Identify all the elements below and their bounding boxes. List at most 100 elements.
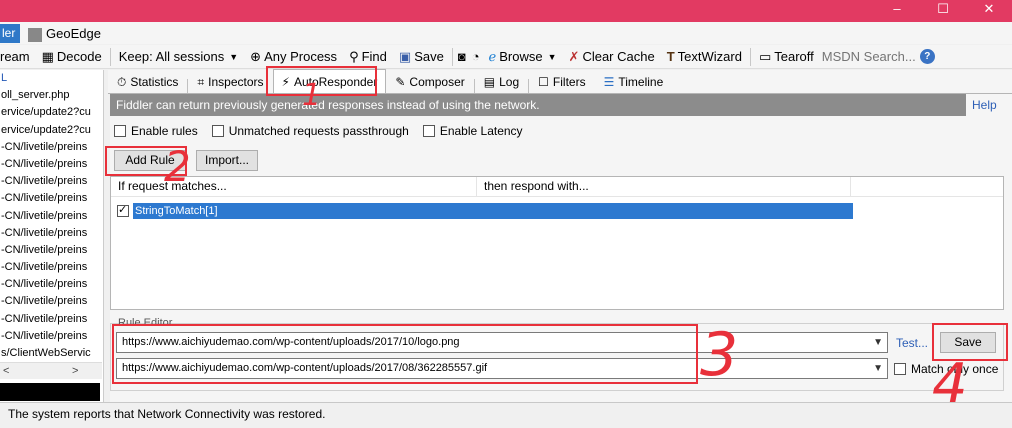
session-row[interactable]: ervice/update2?cu [0, 104, 103, 121]
any-process-button[interactable]: ⊕ Any Process [244, 46, 343, 68]
help-link[interactable]: Help [972, 98, 997, 112]
session-list[interactable]: L oll_server.php ervice/update2?cu ervic… [0, 70, 104, 402]
geoedge-icon [28, 27, 42, 42]
toolbar-divider [451, 47, 453, 66]
maximize-button[interactable]: ☐ [920, 0, 966, 20]
quickexec-box[interactable] [0, 383, 100, 401]
rules-grid[interactable]: If request matches... then respond with.… [110, 176, 1004, 310]
session-row[interactable]: -CN/livetile/preins [0, 139, 103, 156]
textwizard-button[interactable]: T TextWizard [661, 46, 748, 68]
session-horizontal-scrollbar[interactable]: < > [0, 362, 102, 379]
tab-log[interactable]: ▤ Log [475, 71, 528, 93]
checkbox-box[interactable] [894, 363, 906, 375]
geoedge-tab[interactable]: GeoEdge [28, 24, 101, 43]
session-row[interactable]: -CN/livetile/preins [0, 225, 103, 242]
session-row[interactable]: -CN/livetile/preins [0, 190, 103, 207]
checkbox-box[interactable] [114, 125, 126, 137]
toolbar-divider [749, 47, 751, 66]
session-row[interactable]: -CN/livetile/preins [0, 173, 103, 190]
session-row[interactable]: -CN/livetile/preins [0, 293, 103, 310]
fiddler-tab[interactable]: ler [0, 24, 20, 43]
rule-checkbox[interactable] [117, 203, 129, 217]
log-icon: ▤ [483, 75, 496, 89]
stopwatch-icon: ⏱ [117, 74, 127, 89]
binoculars-icon: ⚲ [349, 48, 359, 64]
session-row[interactable]: -CN/livetile/preins [0, 259, 103, 276]
options-row: Enable rules Unmatched requests passthro… [114, 124, 523, 138]
minimize-button[interactable]: – [874, 0, 920, 20]
browse-button[interactable]: ℯ Browse ▼ [483, 46, 563, 68]
help-icon[interactable]: ? [919, 49, 935, 64]
status-bar: The system reports that Network Connecti… [0, 402, 1012, 428]
import-button[interactable]: Import... [196, 150, 258, 171]
session-row[interactable]: -CN/livetile/preins [0, 208, 103, 225]
window-controls: – ☐ ✕ [874, 0, 1012, 20]
enable-latency-checkbox[interactable]: Enable Latency [422, 124, 523, 138]
session-row[interactable]: -CN/livetile/preins [0, 156, 103, 173]
eraser-icon: ✗ [568, 48, 580, 64]
scroll-left-icon[interactable]: < [3, 363, 9, 379]
decode-icon: ▦ [41, 48, 54, 64]
save-icon: ▣ [398, 48, 412, 64]
inspect-icon: ⌗ [197, 74, 205, 89]
info-banner: Fiddler can return previously generated … [110, 94, 966, 116]
dropdown-arrow-icon: ▼ [229, 51, 239, 62]
annotation-number-2: 2 [164, 142, 191, 191]
test-link[interactable]: Test... [896, 336, 928, 350]
tab-inspectors[interactable]: ⌗ Inspectors [188, 71, 272, 93]
annotation-box-rule-editor [112, 324, 698, 384]
tab-timeline[interactable]: ☰ Timeline [595, 71, 673, 93]
annotation-box-autoresponder-tab [266, 66, 377, 96]
main-toolbar: ream ▦ Decode Keep: All sessions ▼ ⊕ Any Pr… [0, 45, 1012, 69]
rule-match-text: StringToMatch[1] [135, 205, 218, 217]
keep-sessions-dropdown[interactable]: Keep: All sessions ▼ [113, 46, 244, 68]
tab-filters[interactable]: ☐ Filters [529, 71, 594, 93]
rule-row[interactable]: StringToMatch[1] [133, 203, 853, 219]
tearoff-icon: ▭ [758, 48, 772, 64]
checkbox-box[interactable] [422, 125, 435, 137]
chevron-down-icon[interactable]: ▼ [873, 333, 883, 352]
find-button[interactable]: ⚲ Find [343, 46, 393, 68]
chevron-down-icon[interactable]: ▼ [873, 359, 883, 378]
checkbox-box[interactable] [211, 125, 224, 137]
annotation-number-1: 1 [302, 78, 322, 113]
grid-header: If request matches... then respond with.… [111, 177, 1003, 197]
scroll-right-icon[interactable]: > [72, 363, 78, 379]
close-button[interactable]: ✕ [966, 0, 1012, 20]
pencil-icon: ✎ [395, 75, 406, 89]
timeline-icon: ☰ [603, 75, 615, 89]
save-sessions-button[interactable]: ▣ Save [393, 46, 450, 68]
textwizard-icon: T [666, 49, 675, 64]
unmatched-passthrough-checkbox[interactable]: Unmatched requests passthrough [211, 124, 409, 138]
clear-cache-button[interactable]: ✗ Clear Cache [563, 46, 661, 68]
session-row[interactable]: -CN/livetile/preins [0, 242, 103, 259]
stream-button[interactable]: ream [0, 46, 36, 68]
session-row[interactable]: L [0, 70, 103, 87]
enable-rules-checkbox[interactable]: Enable rules [114, 124, 198, 138]
session-row[interactable]: -CN/livetile/preins [0, 276, 103, 293]
tab-composer[interactable]: ✎ Composer [386, 71, 473, 93]
timer-icon: ◔ [471, 49, 480, 64]
tearoff-button[interactable]: ▭ Tearoff [753, 46, 820, 68]
timer-button[interactable]: ◔ [469, 46, 483, 68]
inspector-tabs: ⏱ Statistics ⌗ Inspectors ⚡ AutoResponder ✎… [108, 69, 1012, 94]
session-row[interactable]: oll_server.php [0, 87, 103, 104]
msdn-search-input[interactable] [819, 46, 920, 67]
session-row[interactable]: -CN/livetile/preins [0, 328, 103, 345]
title-bar: – ☐ ✕ [0, 0, 1012, 22]
dropdown-arrow-icon: ▼ [547, 51, 557, 62]
filter-icon: ☐ [538, 75, 549, 89]
ie-icon: ℯ [488, 48, 497, 64]
screenshot-button[interactable]: ◙ [455, 46, 469, 68]
decode-button[interactable]: ▦ Decode [36, 46, 108, 68]
annotation-number-3: 3 [700, 320, 739, 390]
tab-strip-row [0, 22, 1012, 44]
session-row[interactable]: s/ClientWebServic [0, 345, 103, 362]
session-row[interactable]: ervice/update2?cu [0, 122, 103, 139]
session-row[interactable]: -CN/livetile/preins [0, 311, 103, 328]
col-header-respond[interactable]: then respond with... [477, 177, 851, 196]
crosshair-icon: ⊕ [250, 48, 262, 64]
tab-statistics[interactable]: ⏱ Statistics [108, 71, 187, 93]
camera-icon: ◙ [457, 49, 466, 64]
toolbar-divider [109, 47, 111, 66]
